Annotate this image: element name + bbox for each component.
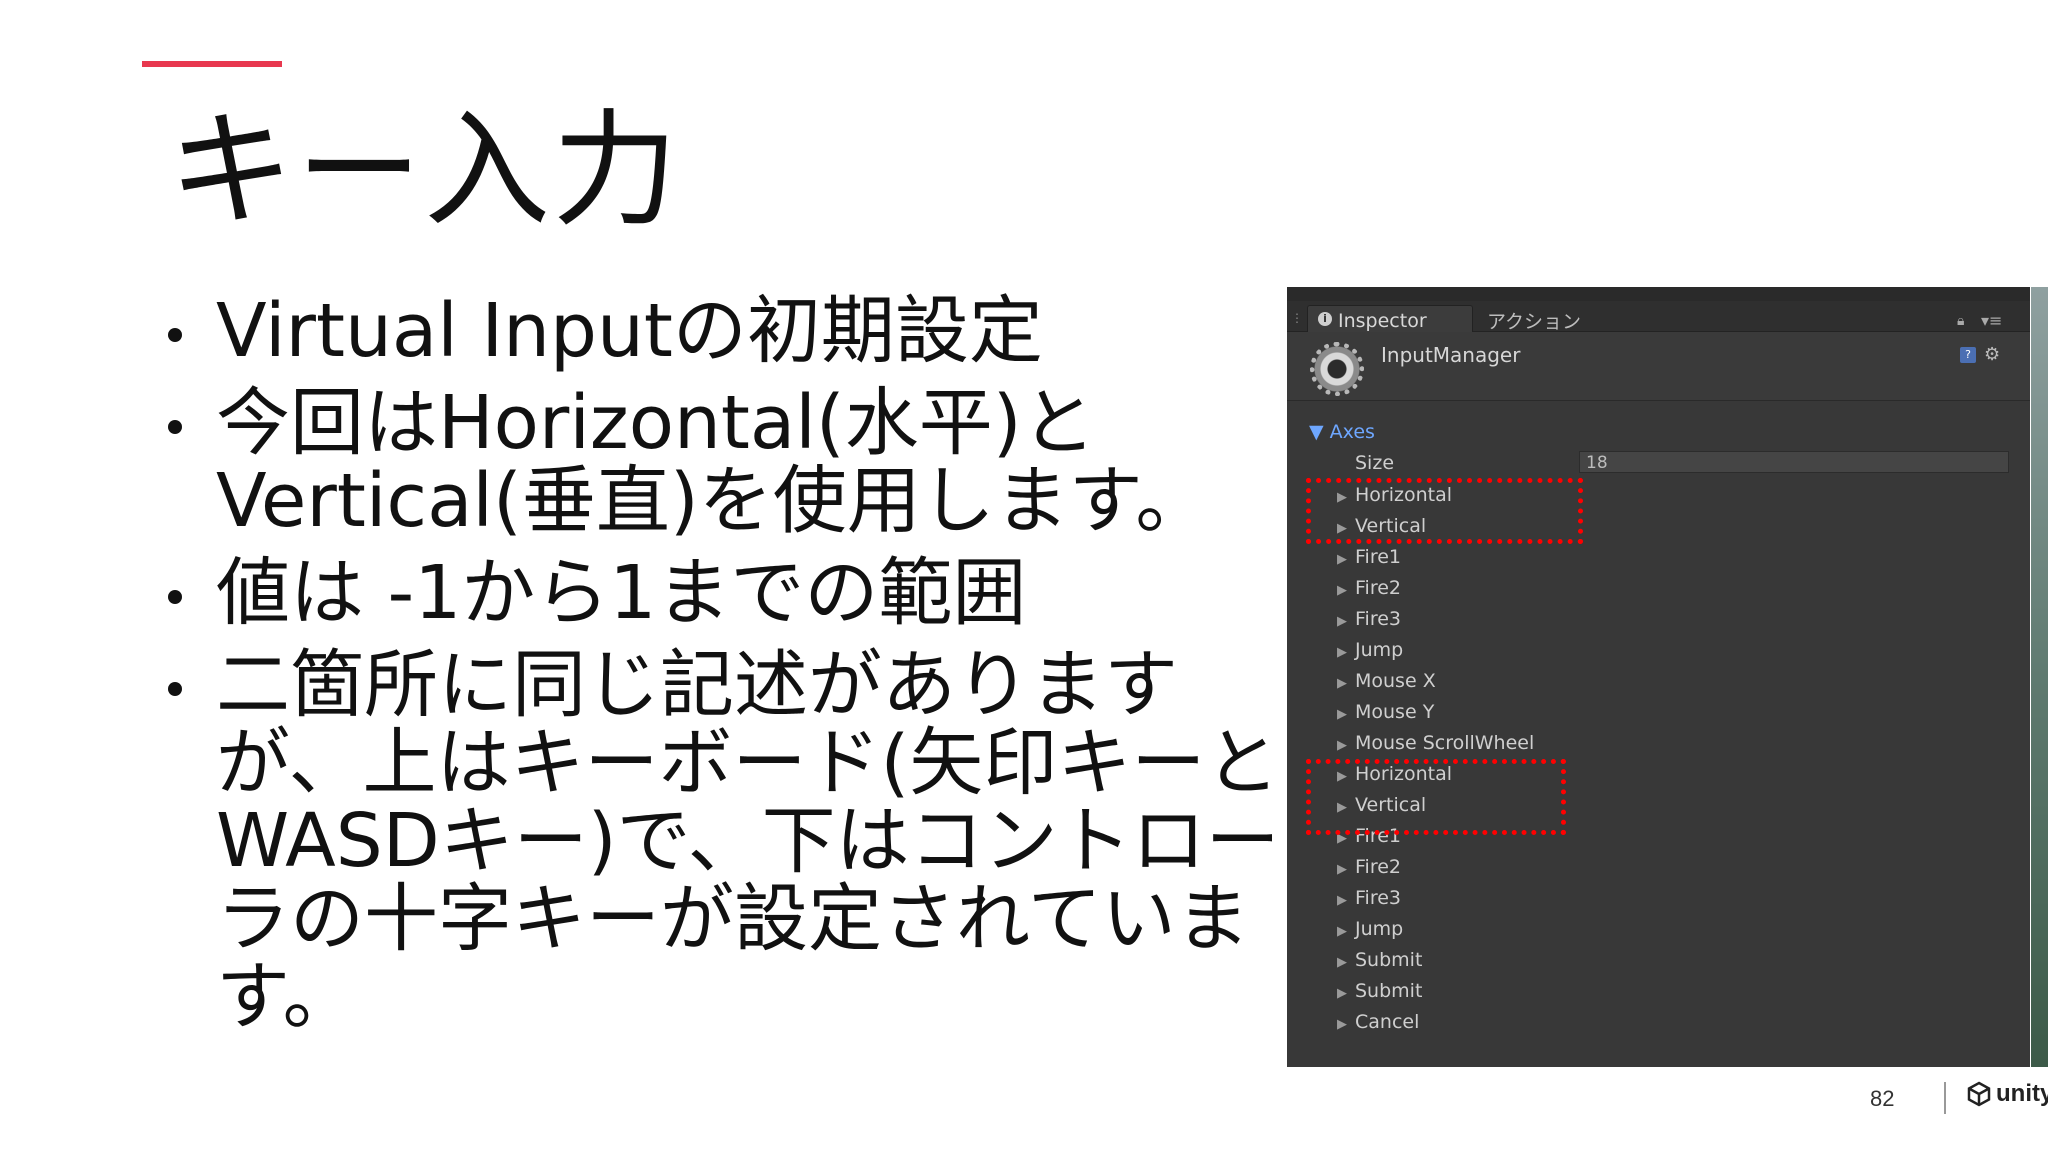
foldout-arrow-icon: ▶: [1337, 893, 1347, 908]
axis-item[interactable]: ▶ Submit: [1337, 945, 1534, 976]
bullet-item: 今回はHorizontal(水平)とVertical(垂直)を使用します。: [160, 384, 1290, 540]
background-image-edge: [2031, 287, 2048, 1067]
axes-label: Axes: [1329, 421, 1375, 443]
foldout-arrow-icon: ▶: [1337, 583, 1347, 598]
page-number: 82: [1870, 1086, 1895, 1111]
axis-item[interactable]: ▶ Jump: [1337, 635, 1534, 666]
object-name: InputManager: [1381, 343, 1521, 367]
gear-icon[interactable]: ⚙: [1984, 344, 2000, 365]
settings-gear-icon: [1310, 342, 1364, 396]
axis-item[interactable]: ▶ Fire3: [1337, 604, 1534, 635]
foldout-arrow-icon: ▶: [1337, 862, 1347, 877]
axis-item[interactable]: ▶ Fire1: [1337, 542, 1534, 573]
axis-item[interactable]: ▶ Mouse ScrollWheel: [1337, 728, 1534, 759]
axis-item[interactable]: ▶ Fire3: [1337, 883, 1534, 914]
foldout-arrow-icon: ▶: [1337, 645, 1347, 660]
foldout-arrow-icon: ▶: [1337, 955, 1347, 970]
foldout-arrow-icon: ▶: [1337, 614, 1347, 629]
bullet-item: Virtual Inputの初期設定: [160, 292, 1290, 370]
lock-icon[interactable]: 🔒︎: [1957, 313, 1964, 329]
unity-logo-text: unity: [1996, 1080, 2048, 1107]
info-icon: i: [1318, 312, 1332, 326]
help-book-icon[interactable]: ?: [1960, 347, 1976, 363]
foldout-arrow-icon: ▶: [1337, 552, 1347, 567]
foldout-arrow-icon: ▶: [1337, 738, 1347, 753]
axis-item[interactable]: ▶ Mouse Y: [1337, 697, 1534, 728]
foldout-arrow-icon: ▶: [1337, 924, 1347, 939]
foldout-arrow-icon: ▶: [1337, 707, 1347, 722]
axes-foldout[interactable]: ▼ Axes: [1309, 421, 1375, 443]
foldout-arrow-icon: ▶: [1337, 986, 1347, 1001]
unity-logo: unity: [1966, 1080, 2048, 1108]
tab-action[interactable]: アクション: [1487, 307, 1581, 334]
panel-menu-icon[interactable]: ▾≡: [1981, 311, 2002, 330]
axis-item[interactable]: ▶ Fire2: [1337, 573, 1534, 604]
size-label: Size: [1355, 452, 1395, 474]
axis-item[interactable]: ▶ Jump: [1337, 914, 1534, 945]
size-field[interactable]: 18: [1579, 451, 2009, 473]
foldout-arrow-icon: ▶: [1337, 1017, 1347, 1032]
tab-inspector[interactable]: i Inspector: [1307, 305, 1473, 332]
axis-item[interactable]: ▶ Cancel: [1337, 1007, 1534, 1038]
slide-title: キー入力: [168, 97, 680, 244]
bullet-item: 値は -1から1までの範囲: [160, 554, 1290, 632]
unity-cube-icon: [1967, 1081, 1991, 1107]
title-accent-line: [142, 61, 282, 67]
controller-axes-highlight: [1306, 759, 1566, 835]
panel-grip-icon[interactable]: ⋮: [1291, 311, 1303, 325]
editor-top-bar: [1287, 287, 2030, 301]
inspector-screenshot: ⋮ i Inspector アクション 🔒︎ ▾≡ InputManager ?…: [1287, 287, 2030, 1067]
footer-separator: [1944, 1082, 1946, 1114]
axis-item[interactable]: ▶ Mouse X: [1337, 666, 1534, 697]
bullet-list: Virtual Inputの初期設定 今回はHorizontal(水平)とVer…: [160, 292, 1290, 1050]
bullet-item: 二箇所に同じ記述がありますが、上はキーボード(矢印キーとWASDキー)で、下はコ…: [160, 646, 1290, 1036]
axis-item[interactable]: ▶ Submit: [1337, 976, 1534, 1007]
tab-inspector-label: Inspector: [1338, 310, 1427, 332]
keyboard-axes-highlight: [1306, 478, 1583, 544]
foldout-arrow-icon: ▶: [1337, 676, 1347, 691]
axis-item[interactable]: ▶ Fire2: [1337, 852, 1534, 883]
